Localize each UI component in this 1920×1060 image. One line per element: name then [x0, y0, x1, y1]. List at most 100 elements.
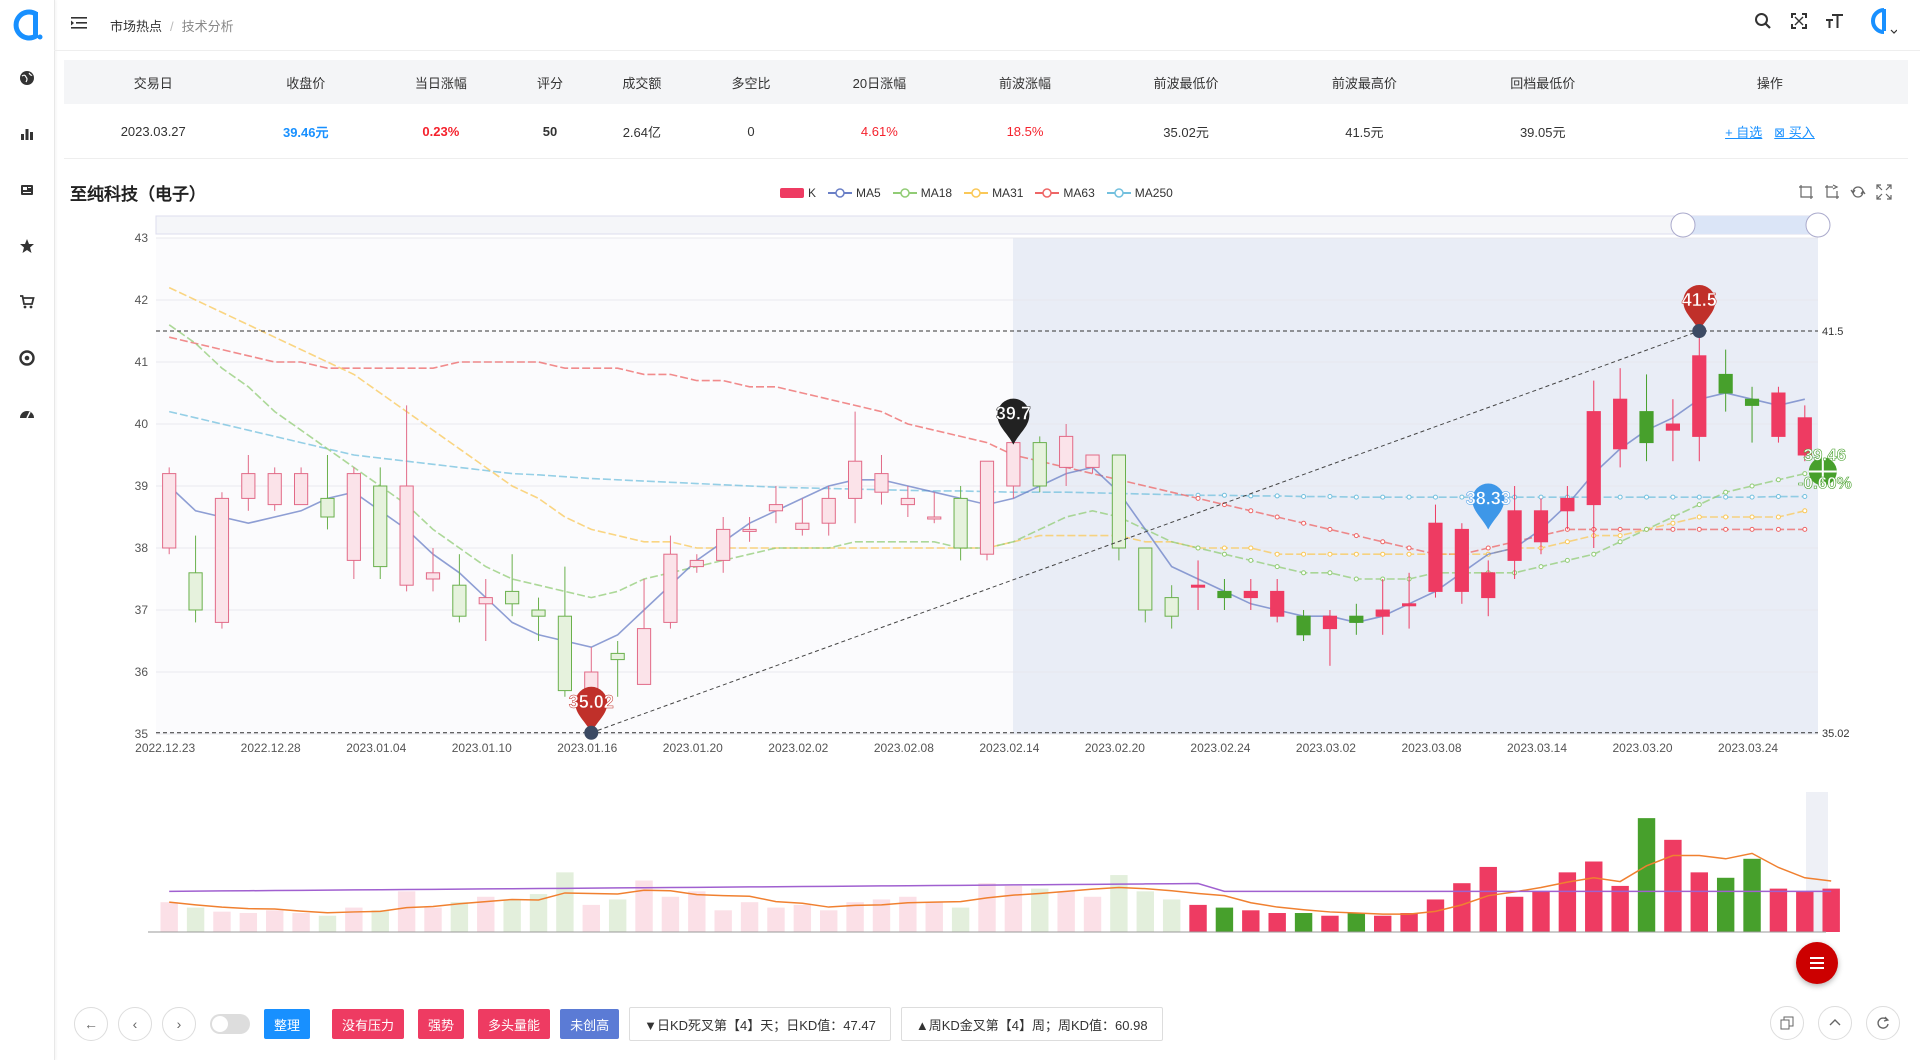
volume-bar [1611, 885, 1629, 932]
ma-point [1406, 494, 1412, 500]
candle-body [1217, 590, 1232, 599]
volume-bar [1532, 891, 1550, 932]
volume-bar [1690, 872, 1708, 932]
x-tick-label: 2023.01.04 [346, 741, 406, 755]
candle-body [689, 559, 704, 568]
candle-body [848, 460, 863, 499]
ma-point [1617, 494, 1623, 500]
volume-bar [1004, 885, 1023, 932]
candle-body [1665, 423, 1681, 431]
ma-point [1327, 570, 1333, 576]
y-tick-label: 40 [135, 417, 149, 431]
candle-body [1375, 609, 1390, 617]
next-icon[interactable]: › [162, 1007, 196, 1041]
ma-point [1432, 494, 1438, 500]
ma-point [1221, 492, 1227, 498]
candle-body [1032, 442, 1047, 487]
marker-label: 38.33 [1466, 489, 1511, 509]
kline-chart[interactable]: 43 42 41 40 39 38 37 36 352022.12.23 2022.12.28 20… [0, 0, 1920, 1000]
marker-label: 35.02 [569, 692, 614, 712]
arrow-left-icon[interactable]: ← [74, 1007, 108, 1041]
volume-bar [820, 910, 838, 932]
candle-body [900, 497, 915, 506]
ma-point [1696, 494, 1702, 500]
ma-point [1644, 526, 1650, 532]
ma-point [1248, 557, 1254, 563]
ma-point [1670, 494, 1676, 500]
volume-bar [608, 899, 627, 932]
volume-bar [1426, 899, 1445, 932]
candle-body [478, 597, 493, 605]
x-tick-label: 2023.03.02 [1296, 741, 1356, 755]
candle-body [1560, 497, 1575, 512]
ma-point [1617, 539, 1623, 545]
ma-point [1353, 551, 1359, 557]
tag-consolidation[interactable]: 整理 [264, 1009, 311, 1039]
ma-point [1775, 514, 1781, 520]
candle-body [979, 460, 995, 555]
candle-body [1006, 442, 1021, 487]
candle-body [927, 516, 942, 520]
last-price-label: 39.46 [1804, 445, 1847, 464]
tag-strong[interactable]: 强势 [418, 1009, 465, 1039]
ma-point [1406, 545, 1412, 551]
candle-body [425, 572, 441, 580]
ma-point [1327, 551, 1333, 557]
volume-bar [1479, 866, 1497, 932]
y-tick-label: 39 [135, 479, 149, 493]
volume-bar [1057, 891, 1075, 932]
datazoom-handle-left [1670, 212, 1696, 238]
refresh-icon[interactable] [1866, 1006, 1900, 1040]
ma-point [1327, 526, 1333, 532]
bottom-right-controls [1770, 1006, 1900, 1040]
candle-body [1533, 510, 1549, 543]
volume-bar [1215, 907, 1234, 932]
volume-ma-line [169, 852, 1832, 915]
volume-bar [292, 913, 310, 932]
volume-bar [1822, 888, 1840, 932]
volume-bar [978, 883, 996, 932]
volume-bar [1716, 877, 1735, 932]
ma-point [1406, 551, 1412, 557]
ma-point [1723, 514, 1729, 520]
prev-icon[interactable]: ‹ [118, 1007, 152, 1041]
copy-icon[interactable] [1770, 1006, 1804, 1040]
ma-point [1274, 493, 1280, 499]
x-tick-label: 2023.02.02 [768, 741, 828, 755]
x-tick-label: 2023.02.14 [979, 741, 1039, 755]
candle-body [1454, 528, 1469, 592]
x-tick-label: 2023.01.20 [663, 741, 723, 755]
ma-point [1775, 526, 1781, 532]
ma-point [1775, 494, 1781, 500]
ma-point [1248, 545, 1254, 551]
ma-point [1564, 539, 1570, 545]
ma-point [1485, 545, 1491, 551]
datazoom-slider [155, 215, 1819, 235]
volume-bar [1294, 913, 1313, 932]
candle-body [399, 485, 414, 586]
ma-point [1248, 493, 1254, 499]
ma-point [1380, 551, 1386, 557]
scroll-up-icon[interactable] [1818, 1006, 1852, 1040]
x-tick-label: 2022.12.23 [135, 741, 195, 755]
candle-body [373, 485, 388, 568]
candle-body [505, 590, 520, 605]
candle-body [874, 473, 889, 493]
y-tick-label: 38 [135, 541, 149, 555]
ma-point [1195, 495, 1201, 501]
candle-body [452, 584, 467, 617]
tag-no-pressure[interactable]: 没有压力 [332, 1009, 405, 1039]
candle-body [214, 497, 230, 623]
marker-label: 41.5 [1682, 290, 1717, 310]
candle-body [1296, 615, 1311, 636]
tag-no-new-high[interactable]: 未创高 [560, 1009, 620, 1039]
mode-toggle[interactable] [210, 1014, 250, 1034]
volume-bar [160, 902, 178, 932]
y-tick-label: 36 [135, 665, 149, 679]
menu-fab-button[interactable] [1796, 942, 1838, 984]
ma-point [1301, 551, 1307, 557]
candle-body [1190, 584, 1206, 588]
ma-point [1274, 564, 1280, 570]
tag-bull-volume[interactable]: 多头量能 [478, 1009, 551, 1039]
candle-body [294, 473, 309, 506]
